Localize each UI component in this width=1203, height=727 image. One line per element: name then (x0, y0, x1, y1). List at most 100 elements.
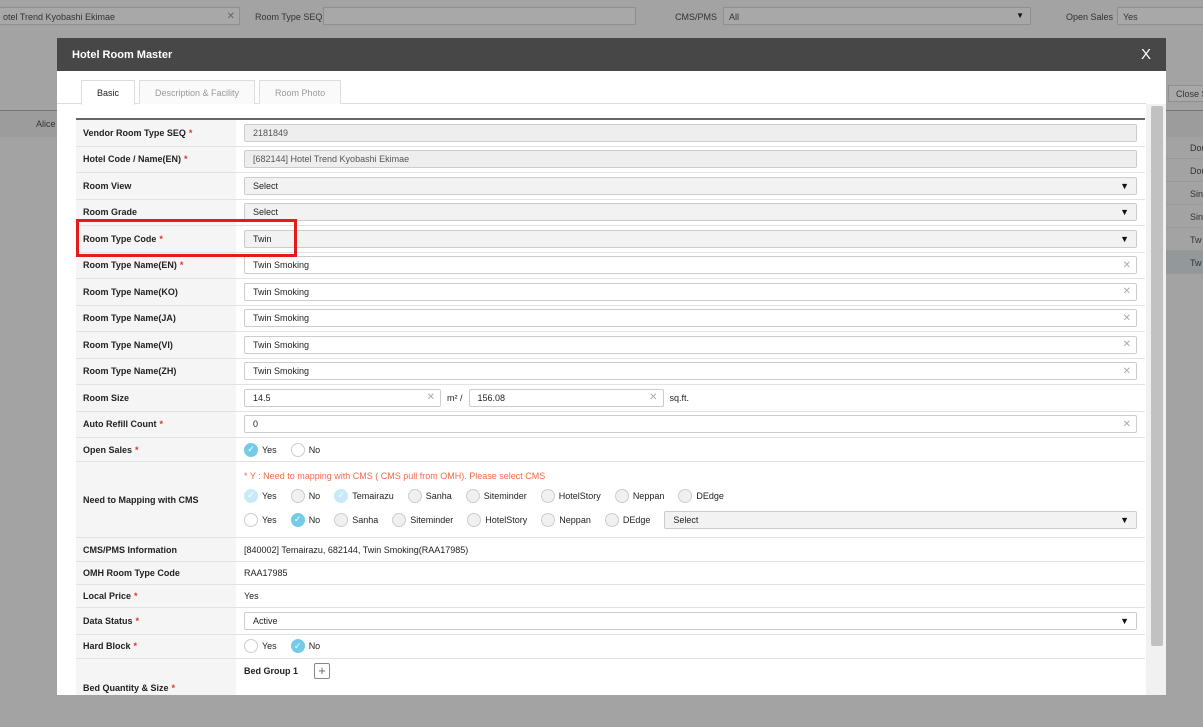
cms-select[interactable]: Select ▼ (664, 510, 1137, 529)
scrollbar[interactable] (1146, 104, 1166, 695)
dropdown-arrow-icon: ▼ (1120, 514, 1129, 525)
name-en-input[interactable]: Twin Smoking ✕ (244, 256, 1137, 275)
background-row[interactable]: Tw (1166, 228, 1203, 251)
clear-icon[interactable]: ✕ (1123, 366, 1131, 377)
close-icon[interactable]: X (1141, 46, 1151, 63)
cms-radio-2-siteminder[interactable] (392, 512, 407, 527)
omh-code-value: RAA17985 (244, 568, 288, 578)
auto-refill-label: Auto Refill Count (83, 419, 157, 430)
cms-radio-dedge[interactable] (678, 488, 693, 503)
open-sales-label: Open Sales (83, 444, 133, 455)
unit-sqft: sq.ft. (669, 392, 690, 403)
name-ja-label: Room Type Name(JA) (83, 313, 176, 324)
vendor-seq-field: 2181849 (244, 123, 1137, 142)
cms-radio-2-sanha[interactable] (334, 512, 349, 527)
highlight-box (76, 219, 297, 257)
select-value: Select (673, 514, 699, 525)
cms-radio-2-hotelstory[interactable] (467, 512, 482, 527)
mapping-no-radio-2[interactable]: ✓ (290, 512, 305, 527)
clear-icon[interactable]: ✕ (1123, 313, 1131, 324)
radio-label: Neppan (559, 514, 591, 525)
clear-icon[interactable]: ✕ (227, 11, 235, 22)
room-size-sqft-input[interactable]: 156.08 ✕ (468, 388, 664, 407)
hotel-filter-input[interactable]: otel Trend Kyobashi Ekimae ✕ (0, 7, 240, 25)
radio-label: Yes (262, 514, 277, 525)
name-en-label: Room Type Name(EN) (83, 260, 177, 271)
data-status-select[interactable]: Active ▼ (244, 611, 1137, 630)
cms-radio-temairazu[interactable]: ✓ (334, 488, 349, 503)
name-zh-input[interactable]: Twin Smoking ✕ (244, 362, 1137, 381)
radio-label: No (308, 490, 321, 501)
name-vi-input[interactable]: Twin Smoking ✕ (244, 335, 1137, 354)
unit-m2: m² / (447, 392, 463, 403)
clear-icon: ✕ (649, 392, 658, 404)
cms-radio-neppan[interactable] (614, 488, 629, 503)
name-ko-input[interactable]: Twin Smoking ✕ (244, 282, 1137, 301)
room-type-seq-input[interactable] (323, 7, 636, 25)
cms-info-value: [840002] Temairazu, 682144, Twin Smoking… (244, 544, 469, 555)
tab-basic[interactable]: Basic (81, 80, 136, 105)
dropdown-arrow-icon: ▼ (1120, 207, 1129, 218)
open-sales-filter[interactable]: Yes (1117, 7, 1203, 25)
mapping-note: * Y : Need to mapping with CMS ( CMS pul… (244, 470, 546, 481)
bed-label: Bed Quantity & Size (83, 683, 169, 693)
hard-block-label: Hard Block (83, 641, 131, 651)
clear-icon[interactable]: ✕ (1123, 286, 1131, 297)
room-view-select[interactable]: Select ▼ (244, 176, 1137, 195)
cms-radio-2-neppan[interactable] (541, 512, 556, 527)
mapping-yes-radio-2[interactable] (244, 512, 258, 527)
clear-icon[interactable]: ✕ (1123, 260, 1131, 271)
radio-label: Sanha (425, 490, 452, 501)
hard-block-no-radio[interactable]: ✓ (290, 639, 305, 653)
room-grade-select[interactable]: Select ▼ (244, 203, 1137, 222)
cms-radio-2-dedge[interactable] (604, 512, 619, 527)
room-size-m2-input[interactable]: 14.5 ✕ (244, 388, 441, 407)
bed-group-label: Bed Group 1 (244, 665, 299, 676)
radio-label: No (308, 514, 321, 525)
hotel-room-master-modal: Hotel Room Master X Basic Description & … (57, 38, 1166, 695)
cms-radio-siteminder[interactable] (465, 488, 480, 503)
dropdown-arrow-icon: ▼ (1120, 233, 1129, 244)
modal-header: Hotel Room Master X (57, 38, 1166, 71)
data-status-label: Data Status (83, 615, 133, 626)
dropdown-arrow-icon: ▼ (1120, 180, 1129, 191)
room-type-code-select[interactable]: Twin ▼ (244, 229, 1137, 248)
name-vi-label: Room Type Name(VI) (83, 339, 173, 350)
background-row[interactable]: Tw (1166, 251, 1203, 274)
dropdown-arrow-icon: ▼ (1120, 615, 1129, 626)
tab-room-photo[interactable]: Room Photo (259, 80, 342, 104)
mapping-yes-radio[interactable]: ✓ (244, 488, 258, 503)
open-sales-filter-label: Open Sales (1066, 12, 1114, 22)
cms-pms-select[interactable]: All ▼ (723, 7, 1031, 25)
omh-code-label: OMH Room Type Code (83, 568, 180, 578)
clear-icon[interactable]: ✕ (1123, 339, 1131, 350)
open-sales-no-radio[interactable] (290, 442, 305, 457)
open-sales-yes-radio[interactable]: ✓ (244, 442, 258, 457)
hotel-code-field: [682144] Hotel Trend Kyobashi Ekimae (244, 150, 1137, 169)
radio-label: DEdge (622, 514, 651, 525)
radio-label: HotelStory (485, 514, 528, 525)
hard-block-yes-radio[interactable] (244, 639, 258, 653)
name-ja-input[interactable]: Twin Smoking ✕ (244, 309, 1137, 328)
name-ko-label: Room Type Name(KO) (83, 286, 178, 297)
background-row[interactable]: Dou (1166, 136, 1203, 159)
background-row[interactable]: Dou (1166, 159, 1203, 182)
close-sales-button[interactable]: Close S (1168, 85, 1203, 102)
add-bed-group-button[interactable]: + (314, 662, 331, 679)
radio-label: Siteminder (483, 490, 527, 501)
background-row[interactable]: Sin (1166, 205, 1203, 228)
mapping-no-radio[interactable] (290, 488, 305, 503)
room-type-seq-label: Room Type SEQ (255, 12, 323, 22)
name-zh-label: Room Type Name(ZH) (83, 366, 177, 377)
room-view-label: Room View (83, 180, 132, 191)
cms-radio-hotelstory[interactable] (540, 488, 555, 503)
auto-refill-input[interactable]: 0 ✕ (244, 415, 1137, 434)
radio-label: Yes (262, 490, 277, 501)
room-grade-label: Room Grade (83, 207, 138, 218)
tab-description-facility[interactable]: Description & Facility (139, 80, 256, 104)
radio-label: Siteminder (410, 514, 454, 525)
cms-radio-sanha[interactable] (407, 488, 422, 503)
room-form: Vendor Room Type SEQ * 2181849 Hotel Code … (76, 118, 1145, 695)
background-row[interactable]: Sin (1166, 182, 1203, 205)
radio-label: Sanha (352, 514, 379, 525)
